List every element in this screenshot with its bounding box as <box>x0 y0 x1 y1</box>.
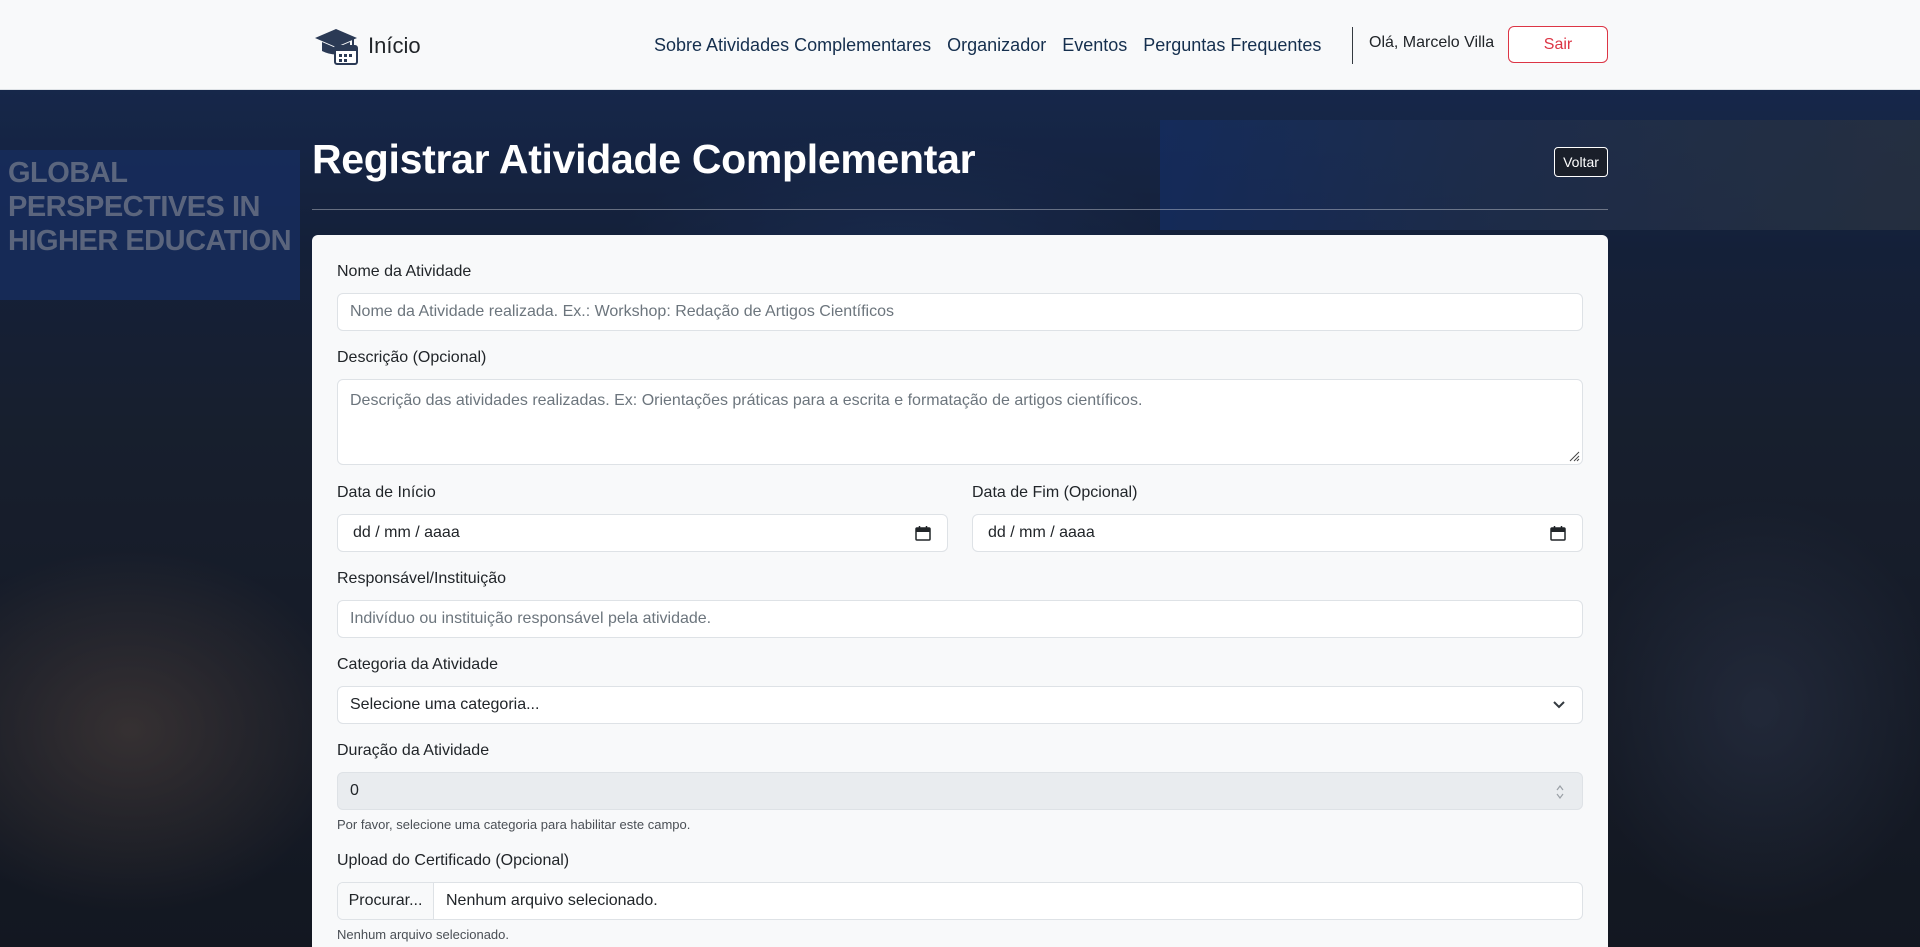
calendar-icon[interactable] <box>915 526 931 541</box>
back-button[interactable]: Voltar <box>1554 147 1608 177</box>
brand-label: Início <box>368 33 421 58</box>
duration-label: Duração da Atividade <box>337 742 490 759</box>
calendar-icon[interactable] <box>1550 526 1566 541</box>
responsible-label: Responsável/Instituição <box>337 570 506 587</box>
navbar: Início Sobre Atividades Complementares O… <box>0 0 1920 90</box>
start-date-group: Data de Início dd / mm / aaaa <box>337 484 948 552</box>
selected-file-name: Nenhum arquivo selecionado. <box>446 892 658 909</box>
logout-button[interactable]: Sair <box>1508 26 1608 63</box>
browse-button[interactable]: Procurar... <box>338 883 434 919</box>
certificate-group: Upload do Certificado (Opcional) Procura… <box>337 852 1583 942</box>
resize-grip-icon[interactable] <box>1568 450 1580 462</box>
activity-name-label: Nome da Atividade <box>337 263 472 280</box>
nav-link-eventos[interactable]: Eventos <box>1062 35 1127 56</box>
spinner-arrows-icon <box>1556 785 1564 799</box>
header-divider <box>312 209 1608 210</box>
activity-name-input[interactable]: Nome da Atividade realizada. Ex.: Worksh… <box>337 293 1583 331</box>
responsible-input[interactable]: Indivíduo ou instituição responsável pel… <box>337 600 1583 638</box>
activity-form-card: Nome da Atividade Nome da Atividade real… <box>312 235 1608 947</box>
certificate-help-text: Nenhum arquivo selecionado. <box>337 927 509 942</box>
nav-link-sobre[interactable]: Sobre Atividades Complementares <box>654 35 931 56</box>
duration-group: Duração da Atividade 0 Por favor, seleci… <box>337 742 1583 832</box>
category-select[interactable]: Selecione uma categoria... <box>337 686 1583 724</box>
category-label: Categoria da Atividade <box>337 656 498 673</box>
description-label: Descrição (Opcional) <box>337 349 487 366</box>
brand-link[interactable]: Início <box>313 26 421 66</box>
description-group: Descrição (Opcional) Descrição das ativi… <box>337 349 1583 465</box>
duration-value: 0 <box>350 782 359 799</box>
nav-link-faq[interactable]: Perguntas Frequentes <box>1143 35 1321 56</box>
end-date-label: Data de Fim (Opcional) <box>972 484 1138 501</box>
category-group: Categoria da Atividade Selecione uma cat… <box>337 656 1583 724</box>
certificate-file-input[interactable]: Procurar... Nenhum arquivo selecionado. <box>337 882 1583 920</box>
graduation-cap-icon <box>313 26 359 66</box>
main-nav: Sobre Atividades Complementares Organiza… <box>654 35 1321 56</box>
nav-link-organizador[interactable]: Organizador <box>947 35 1046 56</box>
duration-help-text: Por favor, selecione uma categoria para … <box>337 817 691 832</box>
start-date-value: dd / mm / aaaa <box>353 524 460 541</box>
start-date-label: Data de Início <box>337 484 436 501</box>
description-placeholder: Descrição das atividades realizadas. Ex:… <box>350 392 1143 409</box>
responsible-group: Responsável/Instituição Indivíduo ou ins… <box>337 570 1583 638</box>
category-selected-value: Selecione uma categoria... <box>350 696 540 713</box>
user-greeting: Olá, Marcelo Villa <box>1369 34 1495 51</box>
certificate-label: Upload do Certificado (Opcional) <box>337 852 570 869</box>
page-title: Registrar Atividade Complementar <box>312 136 976 182</box>
activity-name-group: Nome da Atividade Nome da Atividade real… <box>337 263 1583 331</box>
description-textarea[interactable]: Descrição das atividades realizadas. Ex:… <box>337 379 1583 465</box>
end-date-value: dd / mm / aaaa <box>988 524 1095 541</box>
nav-divider <box>1352 27 1353 64</box>
end-date-input[interactable]: dd / mm / aaaa <box>972 514 1583 552</box>
start-date-input[interactable]: dd / mm / aaaa <box>337 514 948 552</box>
end-date-group: Data de Fim (Opcional) dd / mm / aaaa <box>972 484 1583 552</box>
duration-input: 0 <box>337 772 1583 810</box>
chevron-down-icon <box>1553 701 1565 709</box>
